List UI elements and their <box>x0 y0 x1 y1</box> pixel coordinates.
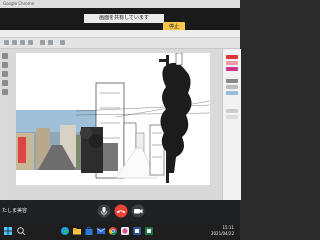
toolbar-brush-icon[interactable] <box>60 40 65 45</box>
windows-start-icon[interactable] <box>3 226 13 236</box>
eraser-tool-icon[interactable] <box>2 62 8 68</box>
paint-application <box>0 30 241 200</box>
participant-name: たしま美容 <box>2 208 28 214</box>
color-layer-panel <box>222 49 241 200</box>
store-icon[interactable] <box>84 226 94 236</box>
word-icon[interactable] <box>132 226 142 236</box>
app-menubar <box>0 30 240 38</box>
edge-browser-icon[interactable] <box>60 226 70 236</box>
microphone-icon[interactable] <box>97 204 111 218</box>
clock-date: 2021/04/22 <box>210 231 234 236</box>
street-illustration <box>16 53 210 183</box>
toolbar-redo-icon[interactable] <box>28 40 33 45</box>
tool-palette <box>0 49 10 200</box>
layer-thumbnail[interactable] <box>226 79 238 83</box>
windows-taskbar: 15:11 2021/04/22 <box>0 222 240 240</box>
file-explorer-icon[interactable] <box>72 226 82 236</box>
paint-app-icon[interactable] <box>120 226 130 236</box>
app-toolbar <box>0 38 240 49</box>
layer-thumbnail[interactable] <box>226 115 238 119</box>
chrome-icon[interactable] <box>108 226 118 236</box>
browser-titlebar: Google Chrome <box>0 0 240 8</box>
layer-thumbnail[interactable] <box>226 109 238 113</box>
toolbar-select-icon[interactable] <box>40 40 45 45</box>
excel-icon[interactable] <box>144 226 154 236</box>
screen-share-banner: 画面を共有しています 停止 <box>0 8 240 32</box>
move-tool-icon[interactable] <box>2 89 8 95</box>
canvas-workspace <box>10 49 222 200</box>
fill-tool-icon[interactable] <box>2 71 8 77</box>
color-swatch-red[interactable] <box>226 55 238 59</box>
toolbar-undo-icon[interactable] <box>20 40 25 45</box>
select-tool-icon[interactable] <box>2 80 8 86</box>
toolbar-zoom-icon[interactable] <box>48 40 53 45</box>
pen-tool-icon[interactable] <box>2 53 8 59</box>
search-icon[interactable] <box>16 226 26 236</box>
camera-icon[interactable] <box>131 204 145 218</box>
toolbar-file-icon[interactable] <box>4 40 9 45</box>
drawing-canvas[interactable] <box>16 53 210 185</box>
layer-thumbnail[interactable] <box>226 85 238 89</box>
toolbar-save-icon[interactable] <box>12 40 17 45</box>
meeting-controls-bar: たしま美容 <box>0 200 240 222</box>
hang-up-button[interactable] <box>113 204 129 218</box>
browser-title: Google Chrome <box>3 1 35 6</box>
color-swatch-magenta[interactable] <box>226 67 238 71</box>
screen-share-message: 画面を共有しています <box>84 14 164 23</box>
mail-icon[interactable] <box>96 226 106 236</box>
taskbar-clock[interactable]: 15:11 2021/04/22 <box>211 225 234 237</box>
color-swatch-pink[interactable] <box>226 61 238 65</box>
layer-thumbnail[interactable] <box>226 91 238 95</box>
